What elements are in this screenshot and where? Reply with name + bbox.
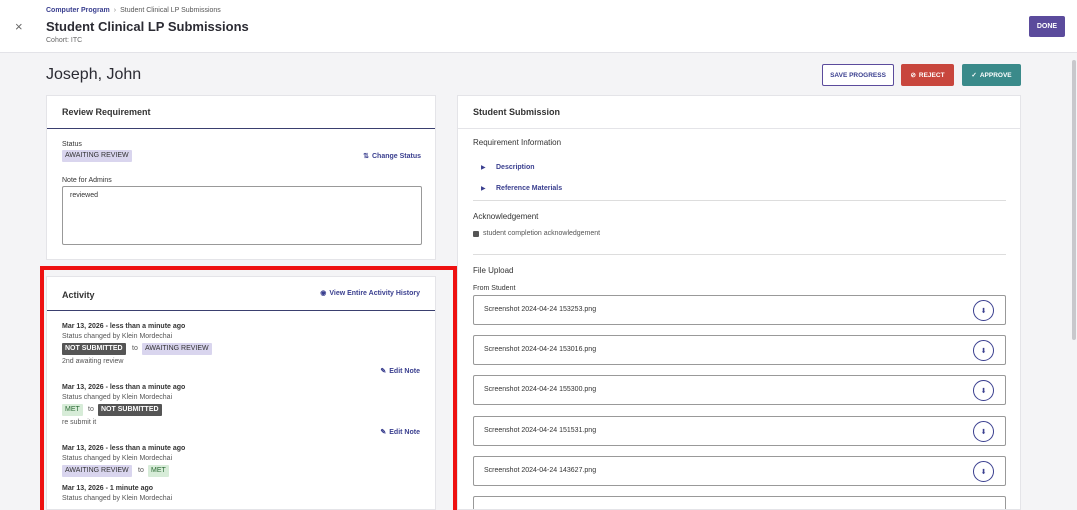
status-badge-to: MET [148, 465, 169, 477]
change-status-link[interactable]: ⇅ Change Status [363, 152, 421, 160]
requirement-info-title: Requirement Information [473, 138, 562, 147]
swap-icon: ⇅ [363, 153, 369, 160]
activity-entry-changed-by: Status changed by Klein Mordechai [62, 455, 173, 462]
to-label: to [132, 345, 138, 352]
caret-right-icon: ▶ [481, 165, 486, 171]
review-card-header: Review Requirement [47, 96, 435, 129]
status-badge-from: MET [62, 404, 83, 416]
submission-card-header: Student Submission [458, 96, 1020, 129]
check-icon: ✓ [971, 72, 977, 79]
approve-label: APPROVE [979, 71, 1012, 79]
activity-entry-note: 2nd awaiting review [62, 358, 124, 365]
download-icon: ⬇ [980, 428, 987, 436]
view-history-link[interactable]: ◉ View Entire Activity History [320, 289, 420, 297]
view-history-label: View Entire Activity History [329, 290, 420, 297]
reject-button[interactable]: ⊘ REJECT [901, 64, 954, 86]
download-icon: ⬇ [980, 307, 987, 315]
download-icon: ⬇ [980, 347, 987, 355]
file-name: Screenshot 2024-04-24 153253.png [484, 306, 597, 313]
file-row [473, 496, 1006, 509]
activity-entry-changed-by: Status changed by Klein Mordechai [62, 394, 173, 401]
section-divider [473, 254, 1006, 255]
status-badge: AWAITING REVIEW [62, 150, 132, 162]
activity-card-title: Activity [62, 290, 95, 300]
status-badge-to: NOT SUBMITTED [98, 404, 162, 416]
reject-label: REJECT [918, 71, 945, 79]
file-row: Screenshot 2024-04-24 153253.png ⬇ [473, 295, 1006, 325]
from-student-label: From Student [473, 285, 516, 292]
student-submission-card: Student Submission Requirement Informati… [457, 95, 1021, 510]
activity-entry-date: Mar 13, 2026 - less than a minute ago [62, 445, 186, 452]
reject-icon: ⊘ [910, 72, 916, 79]
edit-note-label: Edit Note [389, 368, 420, 375]
pencil-icon: ✎ [380, 429, 387, 436]
activity-card-header: Activity ◉ View Entire Activity History [47, 277, 435, 311]
acknowledgement-title: Acknowledgement [473, 212, 539, 221]
activity-entry-date: Mar 13, 2026 - 1 minute ago [62, 485, 154, 492]
pencil-icon: ✎ [380, 368, 387, 375]
description-toggle[interactable]: Description [496, 164, 535, 171]
download-button[interactable]: ⬇ [973, 421, 994, 442]
file-upload-title: File Upload [473, 266, 514, 275]
activity-entry-changed-by: Status changed by Klein Mordechai [62, 333, 173, 340]
file-row: Screenshot 2024-04-24 151531.png ⬇ [473, 416, 1006, 446]
submission-card-title: Student Submission [473, 107, 561, 117]
file-row: Screenshot 2024-04-24 143627.png ⬇ [473, 456, 1006, 486]
file-row: Screenshot 2024-04-24 155300.png ⬇ [473, 375, 1006, 405]
done-button[interactable]: DONE [1029, 16, 1065, 37]
activity-entry-date: Mar 13, 2026 - less than a minute ago [62, 323, 186, 330]
file-row: Screenshot 2024-04-24 153016.png ⬇ [473, 335, 1006, 365]
top-bar: × Computer Program › Student Clinical LP S… [0, 0, 1077, 53]
file-name: Screenshot 2024-04-24 155300.png [484, 386, 597, 393]
file-name: Screenshot 2024-04-24 143627.png [484, 467, 597, 474]
file-name: Screenshot 2024-04-24 151531.png [484, 427, 597, 434]
page-title: Student Clinical LP Submissions [46, 19, 249, 34]
to-label: to [138, 467, 144, 474]
acknowledgement-checkbox[interactable] [473, 231, 479, 237]
section-divider [473, 200, 1006, 201]
scrollbar-thumb[interactable] [1072, 60, 1076, 340]
acknowledgement-label: student completion acknowledgement [483, 230, 601, 237]
caret-right-icon: ▶ [481, 186, 486, 192]
admin-note-textarea[interactable]: reviewed [62, 186, 422, 245]
breadcrumb: Computer Program › Student Clinical LP Sub… [46, 7, 221, 14]
status-label: Status [62, 141, 82, 148]
to-label: to [88, 406, 94, 413]
breadcrumb-link[interactable]: Computer Program [46, 7, 110, 14]
student-name: Joseph, John [46, 66, 142, 83]
edit-note-link[interactable]: ✎ Edit Note [380, 428, 420, 436]
activity-entry-date: Mar 13, 2026 - less than a minute ago [62, 384, 186, 391]
download-icon: ⬇ [980, 387, 987, 395]
close-icon[interactable]: × [15, 20, 23, 33]
status-badge-from: NOT SUBMITTED [62, 343, 126, 355]
download-button[interactable]: ⬇ [973, 340, 994, 361]
activity-entry-note: re submit it [62, 419, 97, 426]
activity-card: Activity ◉ View Entire Activity History M… [46, 276, 436, 510]
activity-entry-changed-by: Status changed by Klein Mordechai [62, 495, 173, 502]
breadcrumb-current: Student Clinical LP Submissions [120, 7, 221, 14]
edit-note-label: Edit Note [389, 429, 420, 436]
download-button[interactable]: ⬇ [973, 461, 994, 482]
download-icon: ⬇ [980, 468, 987, 476]
eye-icon: ◉ [320, 290, 327, 297]
review-requirement-card: Review Requirement Status AWAITING REVIE… [46, 95, 436, 260]
breadcrumb-separator: › [113, 7, 117, 14]
download-button[interactable]: ⬇ [973, 380, 994, 401]
download-button[interactable]: ⬇ [973, 300, 994, 321]
edit-note-link[interactable]: ✎ Edit Note [380, 367, 420, 375]
review-card-title: Review Requirement [62, 107, 151, 117]
file-name: Screenshot 2024-04-24 153016.png [484, 346, 597, 353]
cohort-label: Cohort: ITC [46, 37, 83, 44]
approve-button[interactable]: ✓ APPROVE [962, 64, 1021, 86]
note-for-admins-label: Note for Admins [62, 177, 112, 184]
status-badge-to: AWAITING REVIEW [142, 343, 212, 355]
save-progress-button[interactable]: SAVE PROGRESS [822, 64, 894, 86]
change-status-label: Change Status [371, 153, 421, 160]
status-badge-from: AWAITING REVIEW [62, 465, 132, 477]
reference-materials-toggle[interactable]: Reference Materials [496, 185, 562, 192]
